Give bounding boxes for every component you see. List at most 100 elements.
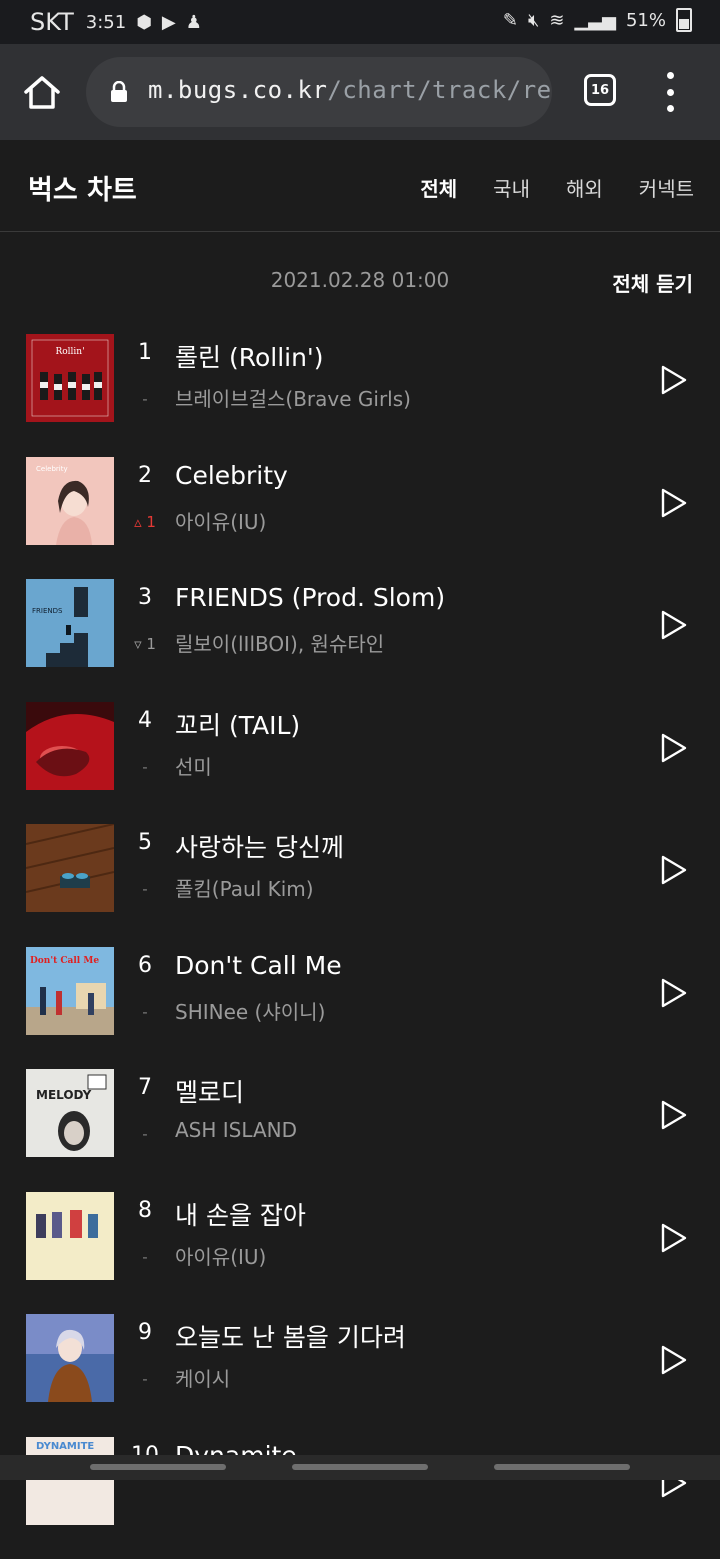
play-icon[interactable] (660, 1222, 688, 1254)
track-title[interactable]: 오늘도 난 봄을 기다려 (175, 1318, 406, 1354)
track-title[interactable]: 롤린 (Rollin') (175, 338, 324, 374)
track-row[interactable]: Celebrity 2 ▵ 1 Celebrity 아이유(IU) (0, 456, 720, 579)
nav-bar-segment (292, 1464, 428, 1470)
nav-bar-segment (90, 1464, 226, 1470)
rank-change: - (142, 390, 148, 408)
clock: 3:51 (85, 11, 127, 33)
track-title[interactable]: FRIENDS (Prod. Slom) (175, 583, 445, 612)
track-rank: 5 (138, 830, 152, 855)
track-title[interactable]: Don't Call Me (175, 951, 342, 980)
carrier-label: SKT (30, 8, 74, 36)
battery-percent: 51% (625, 9, 666, 31)
rank-change: - (142, 1002, 148, 1021)
track-artist[interactable]: 아이유(IU) (175, 506, 266, 535)
play-icon[interactable] (660, 487, 688, 519)
nav-bar-segment (494, 1464, 630, 1470)
play-icon[interactable] (660, 732, 688, 764)
track-rank: 3 (138, 585, 152, 610)
tab-switcher-button[interactable]: 16 (584, 74, 616, 106)
mute-icon: 🔇︎ (528, 9, 540, 31)
url-path: /chart/track/real (327, 76, 552, 104)
track-rank: 9 (138, 1320, 152, 1345)
album-cover[interactable]: MELODY (26, 1069, 114, 1157)
track-artist[interactable]: SHINee (샤이니) (175, 996, 325, 1025)
track-row[interactable]: 4 - 꼬리 (TAIL) 선미 (0, 701, 720, 824)
signal-icon: ▁▃▅ (574, 9, 616, 31)
page-title: 벅스 차트 (28, 175, 137, 206)
track-artist[interactable]: 릴보이(lIlBOI), 원슈타인 (175, 628, 384, 657)
track-row[interactable]: 5 - 사랑하는 당신께폴킴(Paul Kim) (0, 824, 720, 946)
svg-text:Rollin': Rollin' (55, 347, 84, 357)
track-artist[interactable]: 아이유(IU) (175, 1241, 266, 1270)
track-title[interactable]: 꼬리 (TAIL) (175, 706, 300, 742)
youtube-icon: ▶ (161, 11, 176, 33)
track-title[interactable]: 내 손을 잡아 (175, 1196, 306, 1232)
play-icon[interactable] (660, 364, 688, 396)
rank-change: - (142, 880, 148, 898)
lock-icon (110, 80, 128, 103)
track-row[interactable]: 9 - 오늘도 난 봄을 기다려케이시 (0, 1314, 720, 1436)
play-icon[interactable] (660, 609, 688, 641)
svg-text:Celebrity: Celebrity (36, 465, 68, 473)
tab-connect[interactable]: 커넥트 (639, 173, 694, 202)
album-cover[interactable]: DYNAMITE (26, 1436, 114, 1525)
play-icon[interactable] (660, 854, 688, 886)
album-cover[interactable] (26, 824, 114, 912)
album-cover[interactable]: FRIENDS (26, 579, 114, 667)
album-cover[interactable] (26, 701, 114, 790)
track-rank: 6 (138, 952, 152, 978)
rank-change: - (142, 757, 148, 776)
track-rank: 8 (138, 1197, 152, 1223)
track-title[interactable]: 멜로디 (175, 1073, 244, 1109)
tab-domestic[interactable]: 국내 (493, 173, 530, 202)
rank-change: - (142, 1125, 148, 1143)
track-title[interactable]: 사랑하는 당신께 (175, 828, 344, 864)
track-row[interactable]: Don't Call Me 6 - Don't Call Me SHINee (샤이니… (0, 946, 720, 1069)
track-row[interactable]: FRIENDS 3 ▿ 1 FRIENDS (Prod. Slom) 릴보이(lIlB… (0, 579, 720, 701)
track-rank: 1 (138, 340, 152, 365)
track-artist[interactable]: 선미 (175, 751, 212, 780)
svg-text:MELODY: MELODY (36, 1088, 92, 1102)
status-bar: SKT 3:51 ⬢ ▶ ♟ ✎ 🔇︎ ≋ ▁▃▅ 51% (0, 0, 720, 44)
wifi-icon: ≋ (549, 9, 565, 31)
album-cover[interactable]: Celebrity (26, 456, 114, 545)
url-host: m.bugs.co.kr (148, 76, 328, 104)
album-cover[interactable]: Rollin' (26, 334, 114, 422)
pen-icon: ✎ (502, 9, 519, 31)
track-artist[interactable]: 브레이브걸스(Brave Girls) (175, 383, 411, 412)
play-icon[interactable] (660, 1344, 688, 1376)
track-artist[interactable]: ASH ISLAND (175, 1118, 297, 1142)
svg-text:DYNAMITE: DYNAMITE (36, 1441, 94, 1452)
play-icon[interactable] (660, 977, 688, 1009)
track-artist[interactable]: 케이시 (175, 1363, 230, 1392)
track-row[interactable]: MELODY 7 - 멜로디 ASH ISLAND (0, 1069, 720, 1191)
tab-count: 16 (590, 82, 610, 98)
track-row[interactable]: 8 - 내 손을 잡아아이유(IU) (0, 1191, 720, 1314)
battery-icon (676, 8, 692, 32)
album-cover[interactable] (26, 1314, 114, 1402)
rank-change: ▿ 1 (134, 635, 156, 653)
rank-change: ▵ 1 (134, 512, 156, 531)
album-cover[interactable]: Don't Call Me (26, 946, 114, 1035)
rank-change: - (142, 1370, 148, 1388)
browser-toolbar: m.bugs.co.kr/chart/track/real 16 (0, 44, 720, 140)
url-text: m.bugs.co.kr/chart/track/real (148, 76, 552, 104)
overflow-menu-icon[interactable] (660, 72, 680, 112)
url-bar[interactable]: m.bugs.co.kr/chart/track/real (86, 57, 552, 127)
track-row[interactable]: Rollin' 1 - 롤린 (Rollin') 브레이브걸스(Brave Girls… (0, 334, 720, 456)
chart-tabs: 전체 국내 해외 커넥트 (420, 173, 694, 202)
track-rank: 2 (138, 462, 152, 488)
album-cover[interactable] (26, 1191, 114, 1280)
track-rank: 7 (138, 1075, 152, 1100)
svg-text:FRIENDS: FRIENDS (32, 607, 63, 615)
home-icon[interactable] (22, 74, 62, 110)
tab-overseas[interactable]: 해외 (566, 173, 603, 202)
notification-n-icon: ⬢ (136, 11, 152, 33)
rank-change: - (142, 1247, 148, 1266)
track-rank: 4 (138, 707, 152, 733)
listen-all-button[interactable]: 전체 듣기 (612, 268, 693, 297)
track-title[interactable]: Celebrity (175, 461, 288, 490)
play-icon[interactable] (660, 1099, 688, 1131)
track-artist[interactable]: 폴킴(Paul Kim) (175, 873, 314, 902)
tab-all[interactable]: 전체 (420, 173, 457, 202)
